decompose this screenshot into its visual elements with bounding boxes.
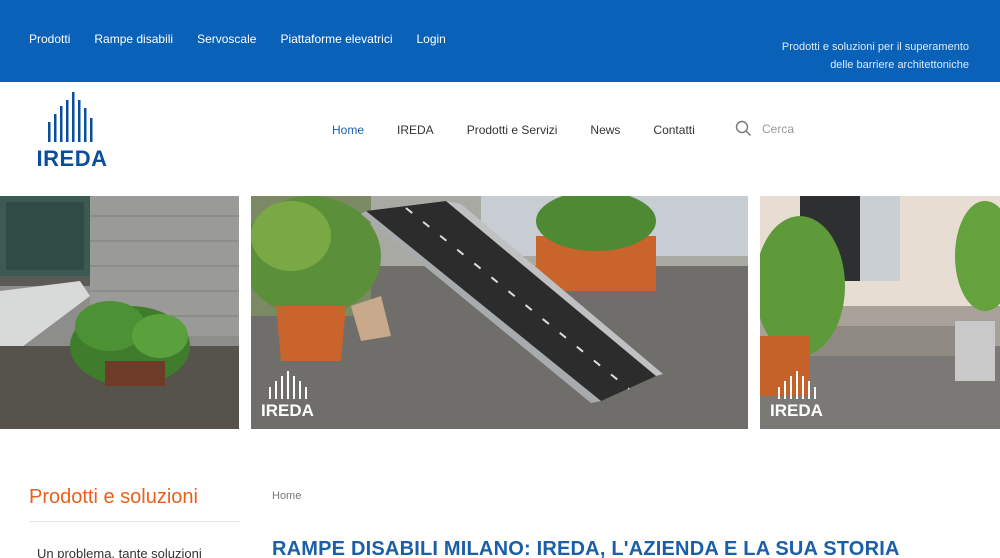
top-nav-piattaforme-elevatrici[interactable]: Piattaforme elevatrici [280,32,392,46]
top-bar: Prodotti Rampe disabili Servoscale Piatt… [0,0,1000,82]
tagline-line-1: Prodotti e soluzioni per il superamento [781,41,969,53]
search-box [735,120,882,137]
watermark-next-wordmark: IREDA [770,401,823,420]
top-nav-rampe-disabili[interactable]: Rampe disabili [94,32,173,46]
nav-contatti[interactable]: Contatti [653,123,694,137]
site-header: IREDA Home IREDA Prodotti e Servizi News… [0,82,1000,196]
hero-slider[interactable]: IREDA IREDA [0,196,1000,429]
slide-next[interactable]: IREDA [760,196,1000,429]
site-tagline: Prodotti e soluzioni per il superamento … [709,38,969,74]
slide-current[interactable]: IREDA [251,196,748,429]
nav-news[interactable]: News [590,123,620,137]
page-title: RAMPE DISABILI MILANO: IREDA, L'AZIENDA … [272,538,900,558]
slide-logo-watermark: IREDA [261,371,317,421]
sidebar-item-un-problema[interactable]: Un problema, tante soluzioni [37,546,202,558]
slide-previous[interactable] [0,196,239,429]
slide-current-image [251,196,748,429]
ireda-logo[interactable]: IREDA [36,92,108,172]
sidebar-title: Prodotti e soluzioni [29,486,198,508]
breadcrumb[interactable]: Home [272,490,301,502]
tagline-line-2: delle barriere architettoniche [830,59,969,71]
top-nav: Prodotti Rampe disabili Servoscale Piatt… [29,32,446,46]
nav-ireda[interactable]: IREDA [397,123,434,137]
top-nav-servoscale[interactable]: Servoscale [197,32,256,46]
slide-next-logo-watermark: IREDA [770,371,826,421]
nav-home[interactable]: Home [332,123,364,137]
sidebar-divider [29,521,240,522]
top-nav-login[interactable]: Login [416,32,445,46]
nav-prodotti-e-servizi[interactable]: Prodotti e Servizi [467,123,558,137]
search-input[interactable] [762,121,882,136]
top-nav-prodotti[interactable]: Prodotti [29,32,70,46]
slide-previous-image [0,196,239,429]
watermark-wordmark: IREDA [261,401,314,420]
main-nav: Home IREDA Prodotti e Servizi News Conta… [332,123,695,137]
logo-bars-icon [48,92,93,142]
watermark-next-bars-icon [778,371,816,399]
watermark-bars-icon [269,371,307,399]
logo-wordmark: IREDA [36,146,108,171]
search-icon[interactable] [735,120,752,137]
